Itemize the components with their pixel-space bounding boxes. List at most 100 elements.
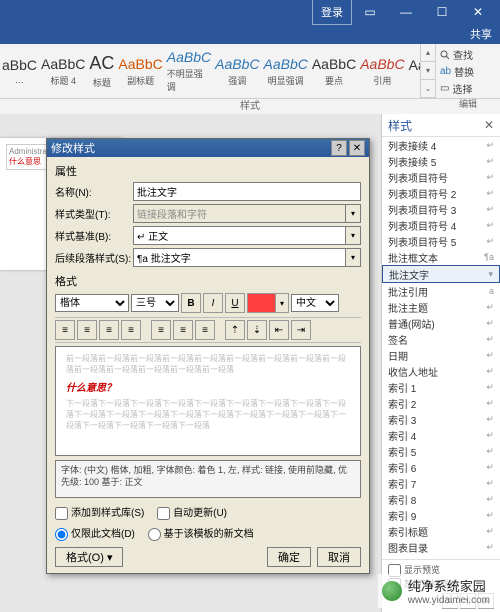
styles-pane: 样式 ✕ 列表接续 4↵列表接续 5↵列表项目符号↵列表项目符号 2↵列表项目符… (381, 114, 500, 612)
based-on-label: 样式基准(B): (55, 228, 133, 243)
style-list-item[interactable]: 收信人地址↵ (382, 363, 500, 379)
gallery-scroll[interactable]: ▴▾⌄ (420, 44, 435, 98)
styles-gallery[interactable]: aBbC…AaBbC标题 4AC标题AaBbC副标题AaBbC不明显强调AaBb… (0, 44, 420, 98)
based-on-dropdown-icon[interactable]: ▾ (346, 226, 361, 245)
align-center-button[interactable]: ≡ (77, 320, 97, 340)
replace-button[interactable]: ab替换 (440, 64, 496, 79)
add-to-gallery-checkbox[interactable]: 添加到样式库(S) (55, 508, 144, 519)
style-list-item[interactable]: 索引 2↵ (382, 395, 500, 411)
ribbon-subbar: 共享 (0, 24, 500, 44)
style-list-item[interactable]: 列表项目符号 3↵ (382, 201, 500, 217)
ribbon: aBbC…AaBbC标题 4AC标题AaBbC副标题AaBbC不明显强调AaBb… (0, 44, 500, 99)
editing-group-label: 编辑 (440, 97, 496, 110)
style-list-item[interactable]: 批注引用a (382, 283, 500, 299)
style-list-item[interactable]: 索引 6↵ (382, 459, 500, 475)
style-list-item[interactable]: 索引 5↵ (382, 443, 500, 459)
auto-update-checkbox[interactable]: 自动更新(U) (157, 508, 227, 519)
style-list-item[interactable]: 批注文字▾ (382, 265, 500, 283)
style-list-item[interactable]: 索引 7↵ (382, 475, 500, 491)
next-style-label: 后续段落样式(S): (55, 250, 133, 265)
style-list-item[interactable]: 签名↵ (382, 331, 500, 347)
style-gallery-item[interactable]: AaBbC不明显强调 (166, 48, 212, 94)
based-on-select[interactable] (133, 226, 346, 245)
style-gallery-item[interactable]: AaBbC副标题 (117, 48, 163, 94)
style-gallery-item[interactable]: AaBbC明显强调 (262, 48, 308, 94)
style-list-item[interactable]: 列表接续 4↵ (382, 137, 500, 153)
window-titlebar: 登录 ▭ — ☐ ✕ (0, 0, 500, 24)
align-right-button[interactable]: ≡ (99, 320, 119, 340)
style-list-item[interactable]: 列表接续 5↵ (382, 153, 500, 169)
find-button[interactable]: 查找 (440, 47, 496, 62)
style-list-item[interactable]: 普通(网站)↵ (382, 315, 500, 331)
dialog-close-button[interactable]: ✕ (349, 140, 365, 156)
style-list-item[interactable]: 列表项目符号 2↵ (382, 185, 500, 201)
modify-style-dialog: 修改样式 ? ✕ 属性 名称(N): 样式类型(T):▾ 样式基准(B):▾ 后… (46, 138, 370, 574)
close-button[interactable]: ✕ (460, 0, 496, 24)
style-gallery-item[interactable]: AaBbC要点 (311, 48, 357, 94)
style-list-item[interactable]: 日期↵ (382, 347, 500, 363)
style-gallery-item[interactable]: AaBbC引用 (359, 48, 405, 94)
underline-button[interactable]: U (225, 293, 245, 313)
style-description: 字体: (中文) 楷体, 加粗, 字体颜色: 着色 1, 左, 样式: 链接, … (55, 460, 361, 498)
type-dropdown-icon: ▾ (346, 204, 361, 223)
style-list-item[interactable]: 列表项目符号 4↵ (382, 217, 500, 233)
style-list-item[interactable]: 索引 8↵ (382, 491, 500, 507)
font-size-select[interactable]: 三号 (131, 294, 179, 312)
font-color-button[interactable]: ▾ (247, 293, 289, 313)
style-gallery-item[interactable]: AaBbC… (408, 48, 420, 94)
ok-button[interactable]: 确定 (267, 547, 311, 567)
editing-group: 查找 ab替换 ▭选择 编辑 (435, 44, 500, 98)
style-list-item[interactable]: 批注主题↵ (382, 299, 500, 315)
next-style-select[interactable] (133, 248, 346, 267)
ribbon-display-options-icon[interactable]: ▭ (352, 0, 388, 24)
type-label: 样式类型(T): (55, 206, 133, 221)
maximize-button[interactable]: ☐ (424, 0, 460, 24)
align-left-button[interactable]: ≡ (55, 320, 75, 340)
name-input[interactable] (133, 182, 361, 201)
line-spacing-1-button[interactable]: ≡ (151, 320, 171, 340)
style-preview: 前一段落前一段落前一段落前一段落前一段落前一段落前一段落前一段落前一段落前一段落… (55, 346, 361, 456)
login-button[interactable]: 登录 (312, 0, 352, 25)
styles-pane-close-icon[interactable]: ✕ (484, 118, 494, 132)
format-menu-button[interactable]: 格式(O) ▾ (55, 547, 123, 567)
template-docs-radio[interactable]: 基于该模板的新文档 (148, 529, 254, 540)
styles-list[interactable]: 列表接续 4↵列表接续 5↵列表项目符号↵列表项目符号 2↵列表项目符号 3↵列… (382, 137, 500, 559)
share-button[interactable]: 共享 (464, 26, 492, 42)
bold-button[interactable]: B (181, 293, 201, 313)
name-label: 名称(N): (55, 184, 133, 199)
align-justify-button[interactable]: ≡ (121, 320, 141, 340)
language-select[interactable]: 中文 (291, 294, 339, 312)
style-list-item[interactable]: 索引 3↵ (382, 411, 500, 427)
dialog-title: 修改样式 (51, 140, 95, 156)
space-before-inc-button[interactable]: ⇡ (225, 320, 245, 340)
style-list-item[interactable]: 索引 9↵ (382, 507, 500, 523)
style-list-item[interactable]: 索引 1↵ (382, 379, 500, 395)
style-gallery-item[interactable]: AC标题 (88, 48, 115, 94)
italic-button[interactable]: I (203, 293, 223, 313)
watermark-logo-icon (382, 581, 402, 601)
style-gallery-item[interactable]: AaBbC强调 (214, 48, 260, 94)
format-section-label: 格式 (55, 273, 361, 289)
styles-pane-title: 样式 (388, 117, 412, 134)
line-spacing-15-button[interactable]: ≡ (173, 320, 193, 340)
watermark: 纯净系统家园 www.yidaimei.com (378, 574, 494, 608)
select-button[interactable]: ▭选择 (440, 81, 496, 96)
only-this-doc-radio[interactable]: 仅限此文档(D) (55, 529, 135, 540)
style-list-item[interactable]: 索引 4↵ (382, 427, 500, 443)
dialog-help-button[interactable]: ? (331, 140, 347, 156)
style-list-item[interactable]: 图表目录↵ (382, 539, 500, 555)
style-list-item[interactable]: 批注框文本¶a (382, 249, 500, 265)
style-gallery-item[interactable]: aBbC… (1, 48, 38, 94)
space-before-dec-button[interactable]: ⇣ (247, 320, 267, 340)
cancel-button[interactable]: 取消 (317, 547, 361, 567)
style-list-item[interactable]: 列表项目符号 5↵ (382, 233, 500, 249)
style-gallery-item[interactable]: AaBbC标题 4 (40, 48, 86, 94)
next-style-dropdown-icon[interactable]: ▾ (346, 248, 361, 267)
minimize-button[interactable]: — (388, 0, 424, 24)
line-spacing-2-button[interactable]: ≡ (195, 320, 215, 340)
font-family-select[interactable]: 楷体 (55, 294, 129, 312)
indent-dec-button[interactable]: ⇤ (269, 320, 289, 340)
style-list-item[interactable]: 列表项目符号↵ (382, 169, 500, 185)
style-list-item[interactable]: 索引标题↵ (382, 523, 500, 539)
indent-inc-button[interactable]: ⇥ (291, 320, 311, 340)
